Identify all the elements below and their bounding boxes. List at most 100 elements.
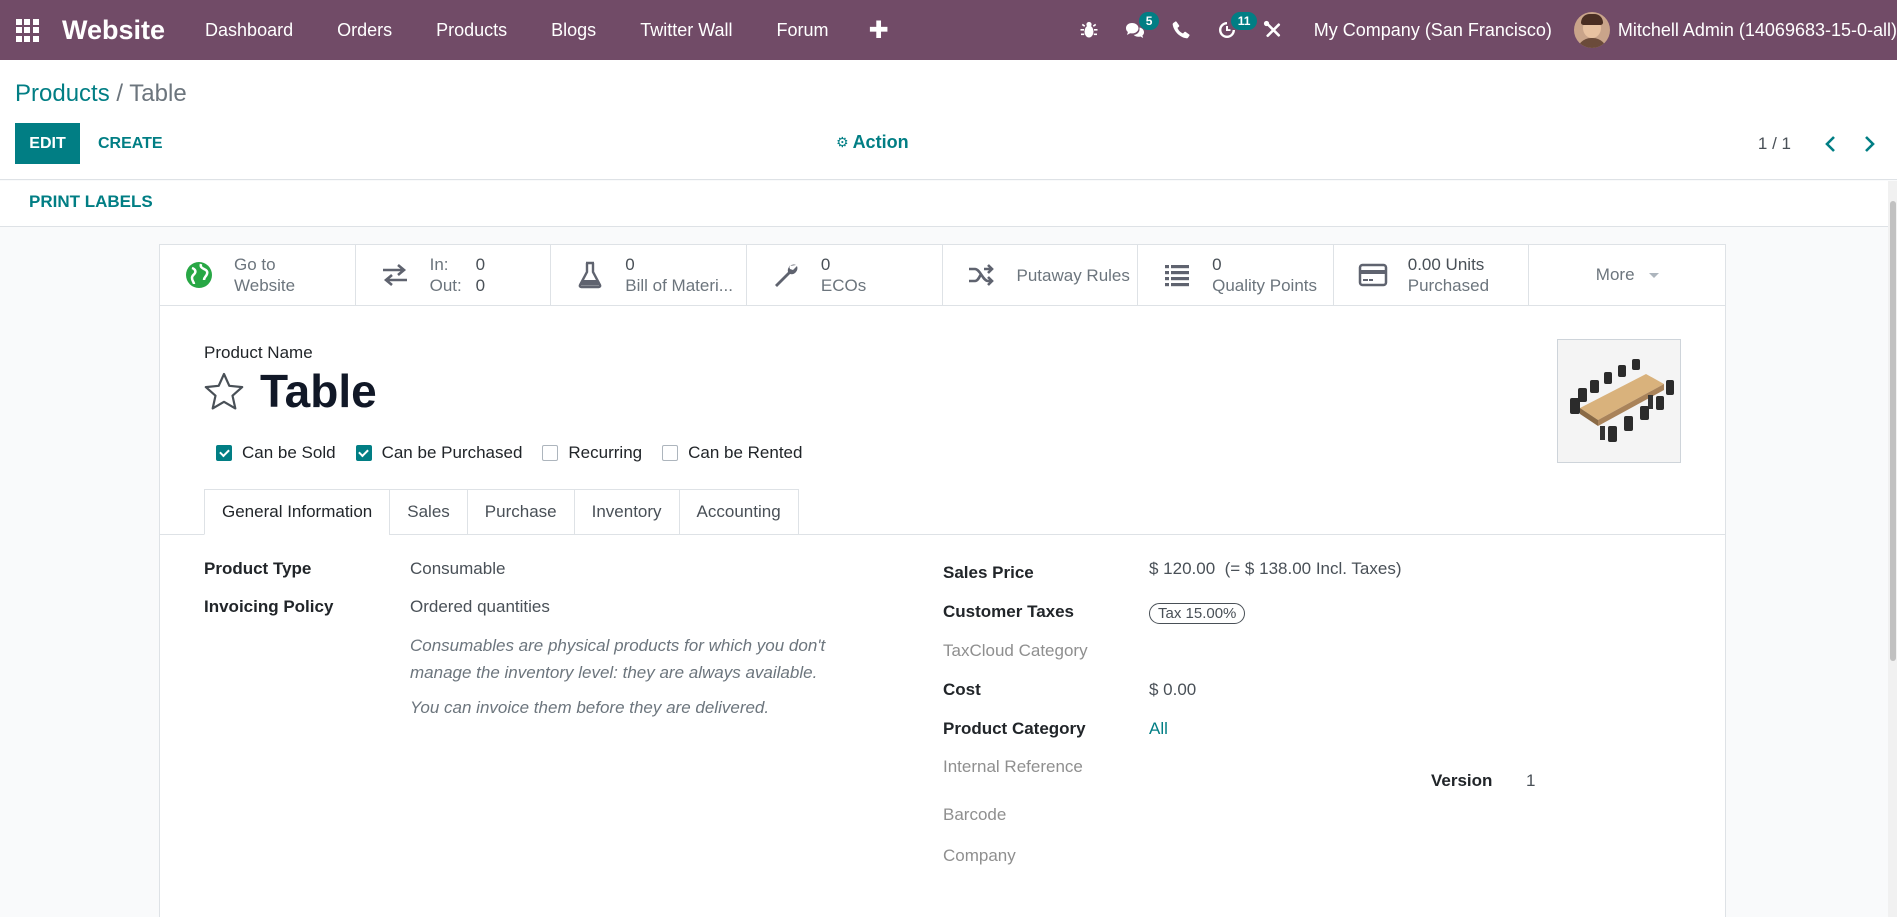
- favorite-star-icon[interactable]: [203, 371, 245, 413]
- phone-icon[interactable]: [1158, 0, 1204, 60]
- form-statusbar: PRINT LABELS: [0, 181, 1897, 227]
- user-name: Mitchell Admin (14069683-15-0-all): [1617, 19, 1897, 40]
- main-menu: Dashboard Orders Products Blogs Twitter …: [183, 16, 907, 45]
- cost-field[interactable]: $ 0.00: [1149, 680, 1196, 700]
- tax-tag[interactable]: Tax 15.00%: [1149, 603, 1246, 624]
- tools-icon[interactable]: [1250, 0, 1296, 60]
- list-icon: [1158, 260, 1196, 290]
- ecos-count: 0: [820, 255, 831, 274]
- menu-forum[interactable]: Forum: [755, 20, 851, 41]
- action-label: Action: [852, 132, 909, 152]
- checkbox-empty-icon: [542, 445, 559, 461]
- user-avatar: [1573, 12, 1610, 48]
- quality-count: 0: [1212, 255, 1222, 274]
- website-line1: Go to: [234, 255, 276, 274]
- invoicing-policy-select[interactable]: Ordered quantities: [410, 597, 550, 617]
- new-content-plus-icon[interactable]: ✚: [851, 16, 907, 45]
- putaway-label: Putaway Rules: [1016, 265, 1130, 285]
- tab-purchase[interactable]: Purchase: [466, 489, 574, 535]
- can-be-sold-label: Can be Sold: [242, 443, 336, 462]
- action-menu-button[interactable]: ⚙ Action: [836, 132, 909, 153]
- menu-dashboard[interactable]: Dashboard: [183, 20, 315, 41]
- form-sheet: Go to Website In: 0 Out: 0 0 Bill of Materi.…: [159, 244, 1726, 917]
- go-to-website-button[interactable]: Go to Website: [160, 245, 356, 305]
- pager-next-icon[interactable]: [1855, 130, 1883, 158]
- version-value: 1: [1526, 771, 1536, 790]
- product-category-link[interactable]: All: [1149, 719, 1168, 739]
- breadcrumb-products-link[interactable]: Products: [15, 80, 110, 107]
- print-labels-button[interactable]: PRINT LABELS: [29, 192, 153, 212]
- more-dropdown-button[interactable]: More: [1529, 245, 1725, 305]
- quality-points-button[interactable]: 0 Quality Points: [1138, 245, 1334, 305]
- can-be-rented-checkbox[interactable]: Can be Rented: [662, 443, 802, 463]
- debug-bug-icon[interactable]: [1066, 0, 1112, 60]
- in-label: In:: [429, 255, 449, 274]
- can-be-rented-label: Can be Rented: [688, 443, 803, 462]
- recurring-checkbox[interactable]: Recurring: [542, 443, 642, 463]
- more-label: More: [1595, 265, 1635, 284]
- smart-button-box: Go to Website In: 0 Out: 0 0 Bill of Materi.…: [160, 245, 1725, 306]
- exchange-arrows-icon: [376, 260, 414, 290]
- apps-menu-icon[interactable]: [14, 17, 40, 43]
- scrollbar-thumb[interactable]: [1890, 201, 1896, 661]
- credit-card-icon: [1354, 260, 1392, 290]
- putaway-rules-button[interactable]: Putaway Rules: [943, 245, 1139, 305]
- tab-accounting[interactable]: Accounting: [678, 489, 799, 535]
- create-button[interactable]: CREATE: [88, 123, 173, 164]
- bom-label: Bill of Materi...: [625, 276, 733, 295]
- product-image[interactable]: [1557, 339, 1681, 463]
- purchased-button[interactable]: 0.00 Units Purchased: [1334, 245, 1530, 305]
- menu-products[interactable]: Products: [414, 20, 529, 41]
- menu-orders[interactable]: Orders: [315, 20, 414, 41]
- breadcrumb-current: Table: [129, 80, 187, 107]
- product-name[interactable]: Table: [260, 364, 377, 418]
- purchased-label: Purchased: [1407, 276, 1490, 295]
- app-brand[interactable]: Website: [62, 15, 165, 46]
- messages-count-badge: 5: [1138, 12, 1160, 30]
- menu-blogs[interactable]: Blogs: [529, 20, 618, 41]
- pager-value[interactable]: 1 / 1: [1758, 134, 1791, 154]
- pager-previous-icon[interactable]: [1817, 130, 1845, 158]
- wrench-icon: [767, 260, 805, 290]
- version-label: Version: [1431, 771, 1493, 790]
- can-be-purchased-label: Can be Purchased: [381, 443, 523, 462]
- out-label: Out:: [429, 276, 462, 295]
- checkbox-empty-icon: [662, 445, 679, 461]
- help-line-1: Consumables are physical products for wh…: [410, 636, 826, 655]
- caret-down-icon: [1648, 272, 1659, 278]
- can-be-sold-checkbox[interactable]: Can be Sold: [216, 443, 336, 463]
- control-panel: Products / Table EDIT CREATE ⚙ Action 1 …: [0, 60, 1897, 180]
- in-out-button[interactable]: In: 0 Out: 0: [356, 245, 552, 305]
- tab-general-information[interactable]: General Information: [204, 489, 390, 535]
- breadcrumb-separator: /: [109, 80, 130, 107]
- messages-icon[interactable]: 5: [1112, 0, 1160, 60]
- help-line-2: manage the inventory level: they are alw…: [410, 663, 818, 682]
- sales-price-field[interactable]: $ 120.00 (= $ 138.00 Incl. Taxes): [1149, 559, 1402, 579]
- purchased-value: 0.00 Units: [1407, 255, 1485, 274]
- globe-icon: [180, 260, 218, 290]
- checkbox-checked-icon: [355, 445, 372, 461]
- gear-icon: ⚙: [836, 134, 849, 150]
- can-be-purchased-checkbox[interactable]: Can be Purchased: [355, 443, 523, 463]
- user-menu[interactable]: Mitchell Admin (14069683-15-0-all): [1573, 12, 1897, 48]
- ecos-button[interactable]: 0 ECOs: [747, 245, 943, 305]
- cost-label: Cost: [943, 680, 981, 699]
- activities-clock-icon[interactable]: 11: [1204, 0, 1258, 60]
- product-type-label: Product Type: [204, 559, 312, 578]
- company-label: Company: [943, 846, 1016, 865]
- quality-label: Quality Points: [1212, 276, 1318, 295]
- product-type-select[interactable]: Consumable: [410, 559, 505, 579]
- product-type-help: Consumables are physical products for wh…: [410, 632, 850, 686]
- barcode-label: Barcode: [943, 805, 1007, 824]
- out-value: 0: [475, 276, 486, 295]
- tab-inventory[interactable]: Inventory: [573, 489, 679, 535]
- vertical-scrollbar[interactable]: [1888, 181, 1897, 917]
- company-switcher[interactable]: My Company (San Francisco): [1296, 20, 1574, 41]
- bill-of-materials-button[interactable]: 0 Bill of Materi...: [551, 245, 747, 305]
- menu-twitter-wall[interactable]: Twitter Wall: [618, 20, 754, 41]
- edit-button[interactable]: EDIT: [15, 123, 80, 164]
- sales-price-label: Sales Price: [943, 563, 1034, 582]
- website-line2: Website: [234, 276, 296, 295]
- tab-sales[interactable]: Sales: [389, 489, 467, 535]
- notebook-tabs: General Information Sales Purchase Inven…: [204, 489, 799, 535]
